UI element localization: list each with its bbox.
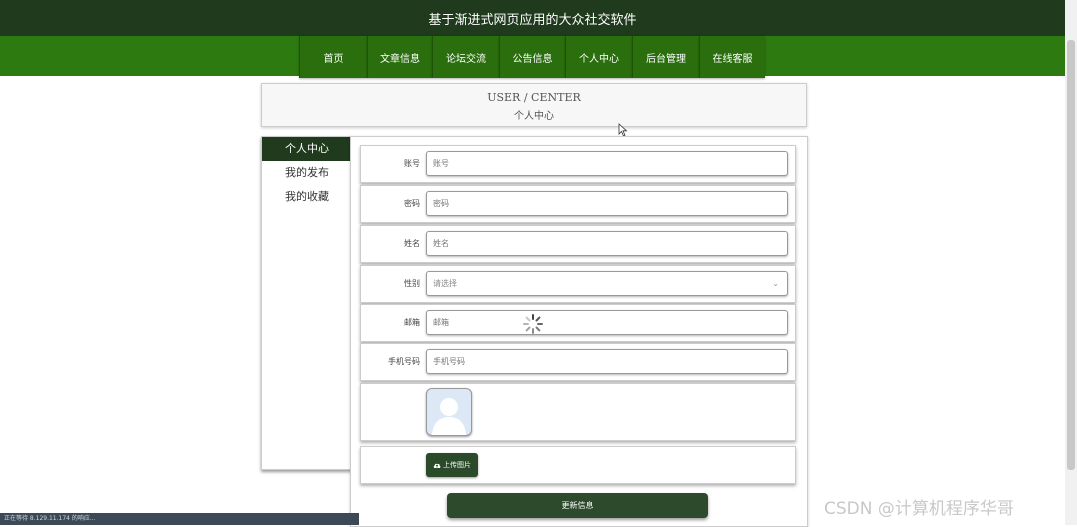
upload-image-button[interactable]: 上传图片 bbox=[426, 453, 478, 477]
nav-admin[interactable]: 后台管理 bbox=[632, 36, 699, 78]
form-row-name: 姓名 bbox=[360, 225, 796, 263]
header-title-en: USER / CENTER bbox=[487, 91, 581, 104]
nav-support[interactable]: 在线客服 bbox=[699, 36, 765, 78]
nav-label: 在线客服 bbox=[712, 53, 753, 65]
sidebar-item-my-posts[interactable]: 我的发布 bbox=[262, 161, 351, 185]
nav-label: 个人中心 bbox=[579, 53, 619, 65]
section-header: USER / CENTER 个人中心 bbox=[261, 83, 807, 127]
phone-input[interactable] bbox=[426, 349, 788, 374]
user-sidebar: 个人中心 我的发布 我的收藏 bbox=[261, 136, 352, 470]
form-row-account: 账号 bbox=[360, 145, 796, 183]
nav-user-center[interactable]: 个人中心 bbox=[565, 36, 632, 78]
update-info-button[interactable]: 更新信息 bbox=[447, 493, 708, 518]
password-input[interactable] bbox=[426, 191, 788, 216]
gender-select[interactable]: 请选择 ⌄ bbox=[426, 271, 788, 296]
email-input[interactable] bbox=[426, 310, 788, 335]
sidebar-item-user-center[interactable]: 个人中心 bbox=[262, 137, 351, 161]
cloud-upload-icon bbox=[433, 463, 441, 468]
avatar-placeholder-icon bbox=[432, 398, 466, 435]
nav-label: 首页 bbox=[323, 53, 344, 65]
nav-forum[interactable]: 论坛交流 bbox=[432, 36, 499, 78]
chevron-down-icon: ⌄ bbox=[772, 279, 779, 288]
nav-articles[interactable]: 文章信息 bbox=[367, 36, 432, 78]
gender-placeholder: 请选择 bbox=[433, 279, 457, 288]
nav-notices[interactable]: 公告信息 bbox=[499, 36, 565, 78]
watermark: CSDN @计算机程序华哥 bbox=[824, 499, 1014, 519]
update-button-label: 更新信息 bbox=[561, 501, 594, 510]
password-label: 密码 bbox=[404, 199, 420, 208]
form-row-phone: 手机号码 bbox=[360, 343, 796, 381]
account-input[interactable] bbox=[426, 151, 788, 176]
form-row-password: 密码 bbox=[360, 185, 796, 223]
name-input[interactable] bbox=[426, 231, 788, 256]
form-row-email: 邮箱 bbox=[360, 304, 796, 342]
name-label: 姓名 bbox=[404, 239, 420, 248]
status-text: 正在等待 8.129.11.174 的响应... bbox=[4, 515, 96, 522]
form-row-upload: 上传图片 bbox=[360, 446, 796, 484]
site-title: 基于渐进式网页应用的大众社交软件 bbox=[428, 12, 637, 28]
gender-label: 性别 bbox=[404, 279, 420, 288]
mouse-cursor-icon bbox=[618, 123, 628, 137]
form-row-gender: 性别 请选择 ⌄ bbox=[360, 265, 796, 303]
site-title-bar: 基于渐进式网页应用的大众社交软件 bbox=[0, 0, 1065, 36]
avatar[interactable] bbox=[426, 388, 472, 436]
main-nav: 首页 文章信息 论坛交流 公告信息 个人中心 后台管理 在线客服 bbox=[299, 36, 765, 78]
page-scrollbar[interactable] bbox=[1065, 0, 1077, 525]
nav-label: 公告信息 bbox=[512, 53, 553, 65]
sidebar-item-my-favorites[interactable]: 我的收藏 bbox=[262, 185, 351, 209]
nav-home[interactable]: 首页 bbox=[299, 36, 367, 78]
header-title-cn: 个人中心 bbox=[514, 111, 554, 122]
browser-status-bar: 正在等待 8.129.11.174 的响应... bbox=[0, 513, 359, 525]
scrollbar-thumb[interactable] bbox=[1067, 40, 1075, 470]
email-label: 邮箱 bbox=[404, 318, 420, 327]
loading-spinner-icon bbox=[523, 314, 543, 334]
form-row-avatar bbox=[360, 383, 796, 441]
phone-label: 手机号码 bbox=[388, 357, 420, 366]
account-label: 账号 bbox=[404, 159, 420, 168]
nav-label: 论坛交流 bbox=[446, 53, 486, 65]
nav-label: 文章信息 bbox=[380, 53, 420, 65]
nav-label: 后台管理 bbox=[646, 53, 686, 65]
upload-button-label: 上传图片 bbox=[443, 461, 471, 469]
